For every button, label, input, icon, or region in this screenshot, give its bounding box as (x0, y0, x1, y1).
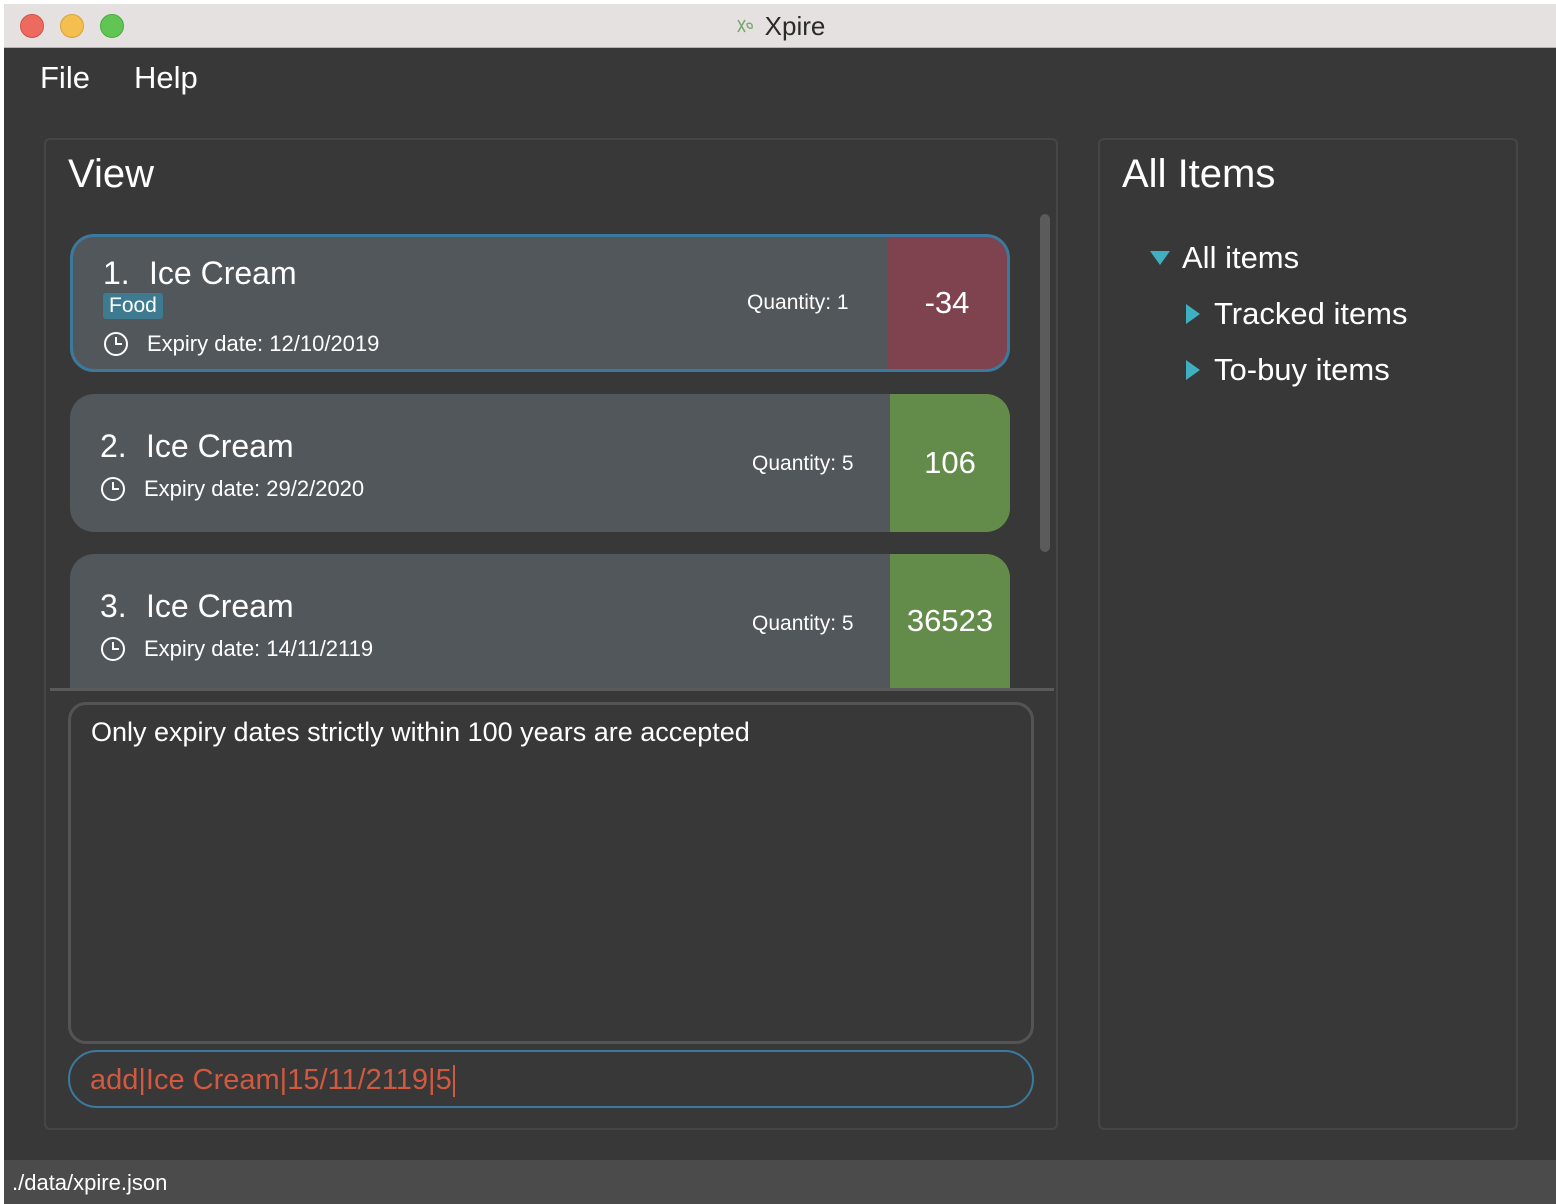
command-input-text: add|Ice Cream|15/11/2119|5 (90, 1064, 452, 1096)
days-remaining-badge: -34 (887, 237, 1007, 369)
tree-item-to-buy-items[interactable]: To-buy items (1186, 352, 1390, 388)
days-remaining-badge: 36523 (890, 554, 1010, 688)
item-expiry: Expiry date: 29/2/2020 (100, 476, 364, 502)
menu-help[interactable]: Help (134, 60, 198, 96)
clock-icon (101, 477, 125, 501)
item-index: 2. (100, 428, 127, 464)
tree-item-label: All items (1182, 240, 1300, 275)
item-quantity: Quantity: 1 (747, 291, 849, 314)
all-items-panel-title: All Items (1122, 152, 1276, 196)
tree-item-all-items[interactable]: All items (1150, 240, 1299, 276)
item-quantity: Quantity: 5 (752, 452, 854, 475)
item-name: 2. Ice Cream (100, 428, 294, 465)
item-card[interactable]: 3. Ice Cream Expiry date: 14/11/2119 Quan… (70, 554, 1010, 688)
app-window: Xpire File Help View 1. Ice Cream Food Ex… (4, 4, 1556, 1204)
text-caret (452, 1064, 455, 1097)
item-quantity: Quantity: 5 (752, 612, 854, 635)
status-bar: ./data/xpire.json (4, 1160, 1556, 1204)
item-index: 3. (100, 588, 127, 624)
window-title: Xpire (764, 10, 826, 41)
clock-icon (104, 332, 128, 356)
item-name-text: Ice Cream (146, 588, 294, 624)
item-index: 1. (103, 255, 130, 291)
menu-bar: File Help (4, 48, 1556, 114)
item-card[interactable]: 1. Ice Cream Food Expiry date: 12/10/2019… (70, 234, 1010, 372)
tree-item-label: To-buy items (1214, 352, 1390, 387)
days-remaining-badge: 106 (890, 394, 1010, 532)
item-name: 1. Ice Cream (103, 255, 297, 292)
item-name-text: Ice Cream (146, 428, 294, 464)
xpire-leaf-icon (736, 19, 753, 33)
item-name: 3. Ice Cream (100, 588, 294, 625)
command-input-value[interactable]: add|Ice Cream|15/11/2119|5 (90, 1064, 455, 1097)
title-bar[interactable]: Xpire (4, 4, 1556, 48)
item-expiry-text: Expiry date: 14/11/2119 (144, 636, 374, 661)
expand-arrow-right-icon[interactable] (1186, 304, 1200, 324)
result-message: Only expiry dates strictly within 100 ye… (91, 717, 750, 747)
item-expiry: Expiry date: 14/11/2119 (100, 636, 373, 662)
split-divider[interactable] (50, 688, 1054, 691)
clock-icon (101, 637, 125, 661)
item-tag: Food (103, 293, 163, 319)
all-items-panel: All Items (1098, 138, 1518, 1130)
result-display: Only expiry dates strictly within 100 ye… (68, 702, 1034, 1044)
list-scrollbar-thumb[interactable] (1040, 214, 1050, 552)
tree-item-tracked-items[interactable]: Tracked items (1186, 296, 1408, 332)
expand-arrow-right-icon[interactable] (1186, 360, 1200, 380)
item-expiry-text: Expiry date: 12/10/2019 (147, 331, 380, 356)
save-file-path: ./data/xpire.json (12, 1170, 168, 1195)
item-card[interactable]: 2. Ice Cream Expiry date: 29/2/2020 Quant… (70, 394, 1010, 532)
item-expiry-text: Expiry date: 29/2/2020 (144, 476, 365, 501)
expand-arrow-down-icon[interactable] (1150, 251, 1170, 265)
tree-item-label: Tracked items (1214, 296, 1408, 331)
item-expiry: Expiry date: 12/10/2019 (103, 331, 379, 357)
item-name-text: Ice Cream (149, 255, 297, 291)
view-panel-title: View (68, 152, 154, 196)
menu-file[interactable]: File (40, 60, 90, 96)
command-input-field[interactable]: add|Ice Cream|15/11/2119|5 (68, 1050, 1034, 1108)
